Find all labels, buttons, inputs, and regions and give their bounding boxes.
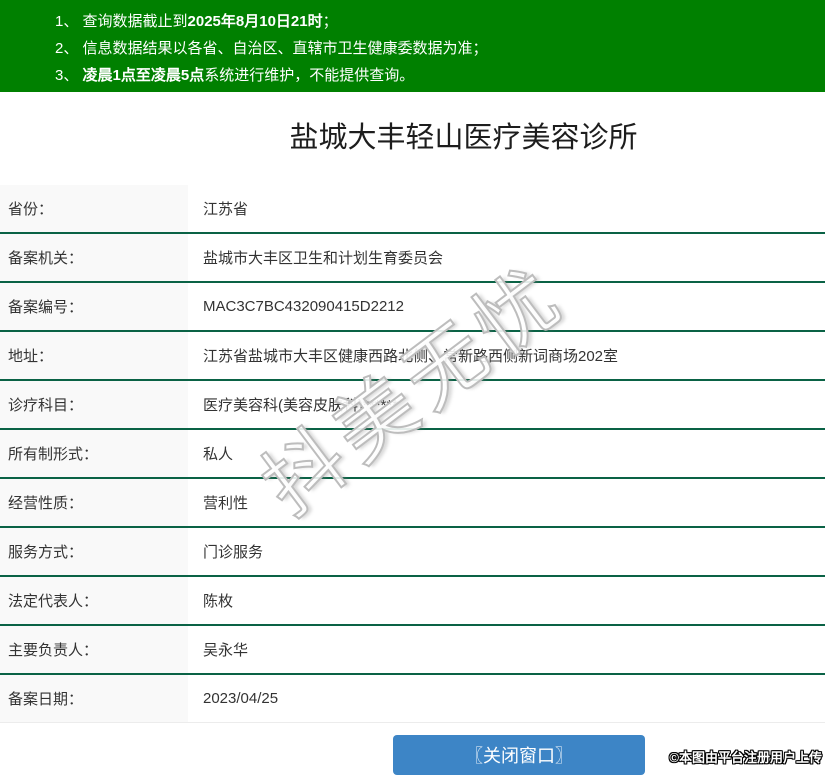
row-value: 营利性 — [188, 479, 825, 526]
row-value: MAC3C7BC432090415D2212 — [188, 283, 825, 330]
row-value: 私人 — [188, 430, 825, 477]
table-row-filing-number: 备案编号： MAC3C7BC432090415D2212 — [0, 283, 825, 332]
notice-line-3-suffix: 系统进行维护，不能提供查询。 — [204, 67, 415, 84]
row-label: 主要负责人： — [0, 626, 188, 673]
row-label: 诊疗科目： — [0, 381, 188, 428]
table-row-business-nature: 经营性质： 营利性 — [0, 479, 825, 528]
row-label: 所有制形式： — [0, 430, 188, 477]
close-window-button[interactable]: 〖关闭窗口〗 — [393, 735, 645, 775]
table-row-filing-authority: 备案机关： 盐城市大丰区卫生和计划生育委员会 — [0, 234, 825, 283]
row-value: 2023/04/25 — [188, 675, 825, 722]
notice-line-1-text: 1、 查询数据截止到 — [55, 13, 188, 30]
row-value: 门诊服务 — [188, 528, 825, 575]
row-label: 备案编号： — [0, 283, 188, 330]
row-value: 江苏省 — [188, 185, 825, 232]
notice-line-2: 2、 信息数据结果以各省、自治区、直辖市卫生健康委数据为准； — [55, 35, 815, 62]
notice-line-1-suffix: ； — [322, 13, 338, 30]
notice-line-3-text: 3、 — [55, 67, 83, 84]
notice-line-1-bold: 2025年8月10日21时 — [187, 13, 323, 30]
notice-banner: 1、 查询数据截止到2025年8月10日21时； 2、 信息数据结果以各省、自治… — [0, 0, 825, 92]
row-value: 吴永华 — [188, 626, 825, 673]
row-value: 医疗美容科(美容皮肤科)****** — [188, 381, 825, 428]
table-row-service-mode: 服务方式： 门诊服务 — [0, 528, 825, 577]
table-row-address: 地址： 江苏省盐城市大丰区健康西路北侧、常新路西侧新词商场202室 — [0, 332, 825, 381]
row-label: 备案日期： — [0, 675, 188, 722]
info-table: 省份： 江苏省 备案机关： 盐城市大丰区卫生和计划生育委员会 备案编号： MAC… — [0, 185, 825, 723]
table-row-legal-representative: 法定代表人： 陈枚 — [0, 577, 825, 626]
table-row-treatment-subjects: 诊疗科目： 医疗美容科(美容皮肤科)****** — [0, 381, 825, 430]
row-value: 江苏省盐城市大丰区健康西路北侧、常新路西侧新词商场202室 — [188, 332, 825, 379]
notice-line-1: 1、 查询数据截止到2025年8月10日21时； — [55, 8, 815, 35]
row-label: 备案机关： — [0, 234, 188, 281]
row-label: 服务方式： — [0, 528, 188, 575]
table-row-ownership-form: 所有制形式： 私人 — [0, 430, 825, 479]
upload-credit-note: ©本图由平台注册用户上传 — [669, 750, 822, 765]
table-row-province: 省份： 江苏省 — [0, 185, 825, 234]
row-value: 盐城市大丰区卫生和计划生育委员会 — [188, 234, 825, 281]
row-value: 陈枚 — [188, 577, 825, 624]
notice-line-2-text: 2、 信息数据结果以各省、自治区、直辖市卫生健康委数据为准； — [55, 40, 488, 57]
row-label: 省份： — [0, 185, 188, 232]
page-title: 盐城大丰轻山医疗美容诊所 — [289, 122, 638, 154]
table-row-filing-date: 备案日期： 2023/04/25 — [0, 675, 825, 723]
table-row-principal-person: 主要负责人： 吴永华 — [0, 626, 825, 675]
notice-line-3-bold: 凌晨1点至凌晨5点 — [82, 67, 205, 84]
row-label: 法定代表人： — [0, 577, 188, 624]
row-label: 地址： — [0, 332, 188, 379]
notice-line-3: 3、 凌晨1点至凌晨5点系统进行维护，不能提供查询。 — [55, 62, 815, 89]
row-label: 经营性质： — [0, 479, 188, 526]
